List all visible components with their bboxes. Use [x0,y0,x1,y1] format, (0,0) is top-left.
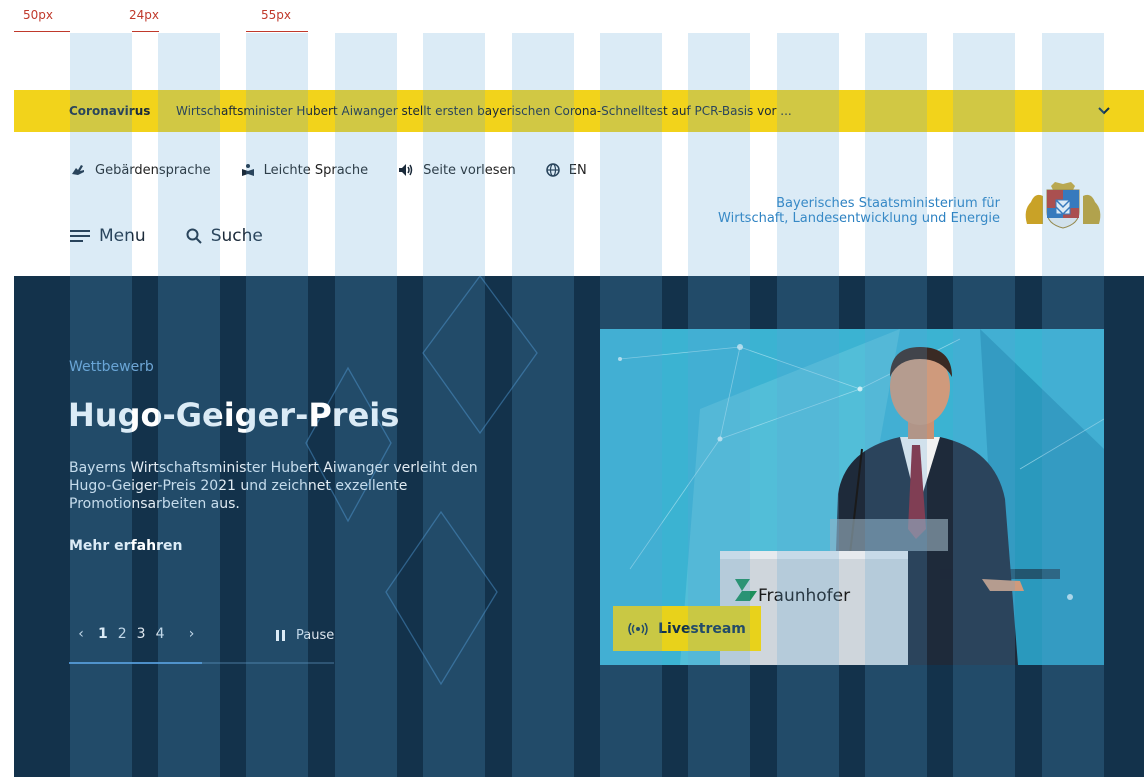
corona-banner[interactable]: Coronavirus Wirtschaftsminister Hubert A… [14,90,1144,132]
menu-button[interactable]: Menu [70,226,146,246]
easy-language-icon [241,164,254,176]
slider-pagination: ‹ 1 2 3 4 › [69,626,204,642]
util-label: Seite vorlesen [423,162,516,178]
speaker-icon [399,164,413,176]
read-more-link[interactable]: Mehr erfahren [69,538,182,554]
chevron-left-icon[interactable]: ‹ [69,626,93,642]
menu-label: Menu [99,226,146,246]
slider-progress-fill [69,662,202,664]
globe-icon [546,163,560,177]
ministry-line: Wirtschaft, Landesentwicklung und Energi… [718,211,1000,226]
slider-progress-track [69,662,334,664]
main-nav: Menu Suche [70,226,263,246]
ministry-line: Bayerisches Staatsministerium für [776,196,1000,211]
sign-language-link[interactable]: Gebärdensprache [70,162,211,178]
pause-label: Pause [296,628,335,643]
sign-language-icon [72,165,84,175]
hero-title[interactable]: Hugo-Geiger-Preis [68,396,399,434]
chevron-down-icon[interactable] [1096,103,1112,119]
slide-1-button[interactable]: 1 [98,626,108,642]
broadcast-icon [628,622,648,635]
coat-of-arms-logo[interactable] [1021,180,1105,230]
pause-button[interactable]: Pause [276,628,334,643]
livestream-button[interactable]: Livestream [613,606,761,651]
util-label: Gebärdensprache [95,162,211,178]
spacing-line [246,31,308,32]
hero-teaser: Wettbewerb Hugo-Geiger-Preis Bayerns Wir… [14,276,1144,777]
photo-brand-text: Fraunhofer [758,586,850,606]
slide-2-button[interactable]: 2 [118,626,127,642]
utility-nav: Gebärdensprache Leichte Sprache Seite vo… [70,162,617,178]
corona-news-link[interactable]: Wirtschaftsminister Hubert Aiwanger stel… [176,104,792,118]
spacing-label: 50px [23,8,53,22]
util-label: EN [568,162,587,178]
search-icon [186,228,202,244]
livestream-label: Livestream [658,620,746,637]
ministry-name[interactable]: Bayerisches Staatsministerium für Wirtsc… [680,196,1000,226]
slide-4-button[interactable]: 4 [156,626,165,642]
hero-kicker: Wettbewerb [69,359,154,375]
spacing-label: 55px [261,8,291,22]
hero-description: Bayerns Wirtschaftsminister Hubert Aiwan… [69,460,478,512]
language-switch[interactable]: EN [546,163,587,178]
pause-icon [276,630,285,641]
util-label: Leichte Sprache [263,162,369,178]
chevron-right-icon[interactable]: › [180,626,204,642]
spacing-line [132,31,159,32]
spacing-label: 24px [129,8,159,22]
search-label: Suche [210,226,263,246]
hamburger-icon [70,230,90,242]
search-button[interactable]: Suche [186,226,263,246]
easy-language-link[interactable]: Leichte Sprache [241,163,368,178]
read-aloud-link[interactable]: Seite vorlesen [398,163,516,178]
slide-3-button[interactable]: 3 [137,626,146,642]
corona-label: Coronavirus [69,104,151,118]
spacing-line [14,31,70,32]
